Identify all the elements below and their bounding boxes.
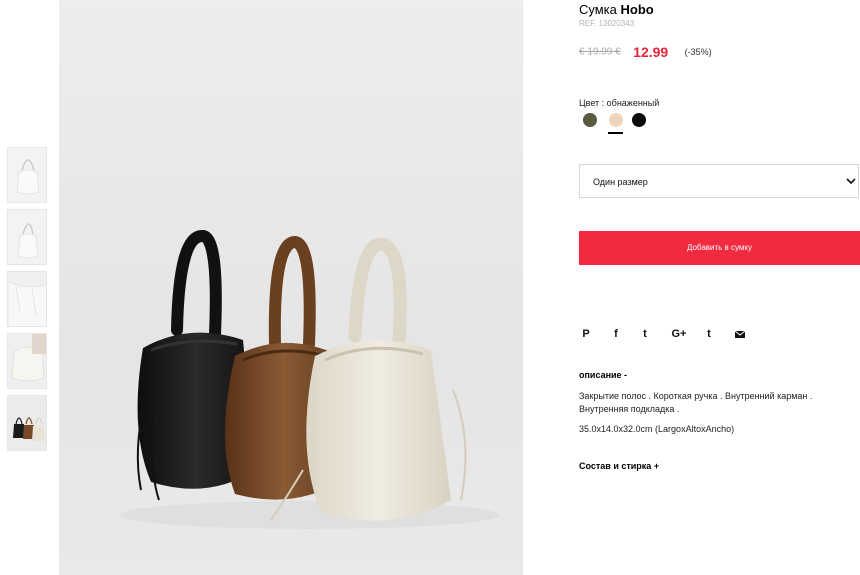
tumblr-icon[interactable]: t — [702, 327, 716, 341]
add-to-bag-button[interactable]: Добавить в сумку — [579, 231, 860, 265]
pinterest-icon[interactable]: P — [579, 327, 593, 341]
product-title-name: Hobo — [620, 2, 654, 17]
color-swatch-black[interactable] — [632, 113, 646, 127]
chevron-down-icon — [846, 178, 856, 185]
email-icon[interactable] — [733, 327, 747, 341]
thumbnail-list — [7, 147, 47, 457]
description-toggle[interactable]: описание - — [579, 370, 627, 380]
thumbnail-front[interactable] — [7, 147, 47, 203]
size-select[interactable]: Один размер — [579, 164, 859, 198]
selected-swatch-underline — [608, 132, 623, 134]
color-swatch-nude[interactable] — [609, 113, 623, 127]
discount-badge: (-35%) — [684, 46, 712, 57]
thumbnail-side[interactable] — [7, 209, 47, 265]
description-text: Закрытие полос . Короткая ручка . Внутре… — [579, 391, 813, 414]
twitter-icon[interactable]: t — [638, 327, 652, 341]
google-plus-icon[interactable]: G+ — [669, 327, 689, 341]
product-title: Сумка Hobo — [579, 2, 654, 17]
color-label: Цвет : обнаженный — [579, 98, 660, 108]
sale-price: 12.99 — [633, 43, 669, 60]
size-select-value: Один размер — [593, 177, 648, 187]
main-product-image — [59, 0, 523, 575]
dimensions-text: 35.0x14.0x32.0cm (LargoxAltoxAncho) — [579, 424, 735, 434]
facebook-icon[interactable]: f — [609, 327, 623, 341]
old-price: € 19.99 € — [579, 46, 621, 58]
product-title-prefix: Сумка — [579, 2, 617, 17]
thumbnail-detail[interactable] — [7, 271, 47, 327]
thumbnail-model[interactable] — [7, 333, 47, 389]
color-swatch-olive[interactable] — [583, 113, 597, 127]
thumbnail-all-colors[interactable] — [7, 395, 47, 451]
product-ref: REF. 13020343 — [579, 19, 635, 28]
bags-illustration — [119, 230, 499, 529]
price-row: € 19.99 € 12.99 (-35%) — [579, 43, 712, 61]
composition-toggle[interactable]: Состав и стирка + — [579, 461, 659, 471]
